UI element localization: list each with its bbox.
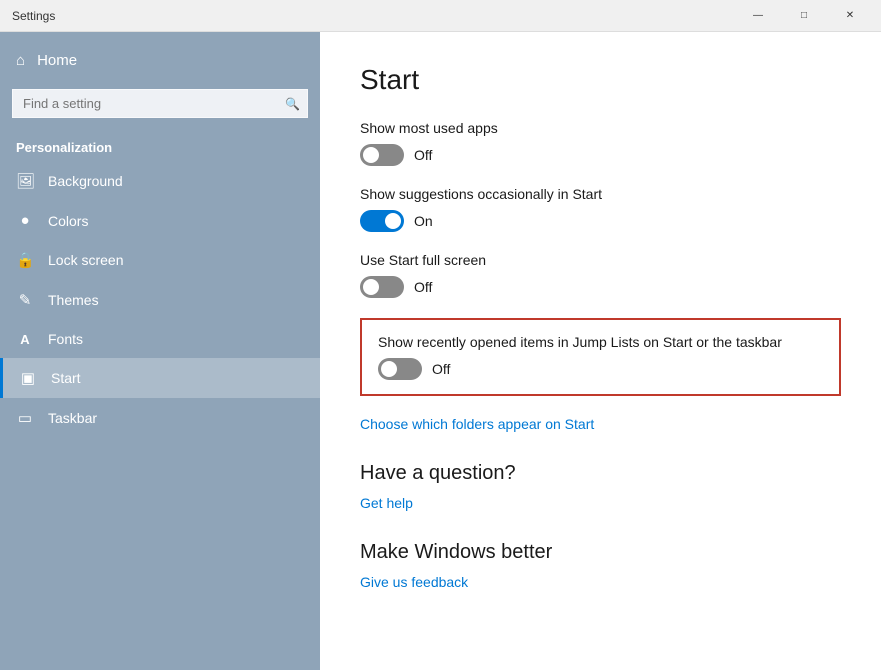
toggle-knob <box>385 213 401 229</box>
page-title: Start <box>360 64 841 96</box>
lock-icon: 🔒 <box>16 251 34 269</box>
sidebar-item-taskbar-label: Taskbar <box>48 410 97 426</box>
sidebar-section-label: Personalization <box>0 126 320 161</box>
themes-icon: ✎ <box>16 291 34 309</box>
sidebar-item-taskbar[interactable]: ▭ Taskbar <box>0 398 320 438</box>
recently-opened-toggle-row: Off <box>378 358 823 380</box>
app-title: Settings <box>12 9 55 23</box>
taskbar-icon: ▭ <box>16 409 34 427</box>
most-used-apps-label: Show most used apps <box>360 120 841 136</box>
sidebar-item-home[interactable]: ⌂ Home <box>0 40 320 81</box>
sidebar-item-lock-screen-label: Lock screen <box>48 252 123 268</box>
home-icon: ⌂ <box>16 52 25 69</box>
most-used-apps-toggle[interactable] <box>360 144 404 166</box>
start-icon: ▣ <box>19 369 37 387</box>
toggle-knob <box>381 361 397 377</box>
sidebar-item-themes[interactable]: ✎ Themes <box>0 280 320 320</box>
sidebar-item-start-label: Start <box>51 370 81 386</box>
setting-most-used-apps: Show most used apps Off <box>360 120 841 166</box>
setting-recently-opened: Show recently opened items in Jump Lists… <box>360 318 841 396</box>
sidebar-item-background[interactable]: 🖼 Background <box>0 161 320 201</box>
toggle-knob <box>363 279 379 295</box>
full-screen-toggle-row: Off <box>360 276 841 298</box>
colors-icon: ● <box>16 212 34 229</box>
suggestions-toggle-row: On <box>360 210 841 232</box>
sidebar-item-lock-screen[interactable]: 🔒 Lock screen <box>0 240 320 280</box>
sidebar-item-background-label: Background <box>48 173 123 189</box>
recently-opened-toggle[interactable] <box>378 358 422 380</box>
sidebar-item-fonts[interactable]: A Fonts <box>0 320 320 358</box>
maximize-button[interactable]: □ <box>781 0 827 32</box>
have-question-heading: Have a question? <box>360 462 841 485</box>
sidebar-item-colors-label: Colors <box>48 213 88 229</box>
app-container: ⌂ Home 🔍 Personalization 🖼 Background ● … <box>0 32 881 670</box>
full-screen-toggle-text: Off <box>414 279 432 295</box>
home-label: Home <box>37 52 77 69</box>
main-content: Start Show most used apps Off Show sugge… <box>320 32 881 670</box>
feedback-link[interactable]: Give us feedback <box>360 574 468 590</box>
recently-opened-label: Show recently opened items in Jump Lists… <box>378 334 823 350</box>
sidebar-item-start[interactable]: ▣ Start <box>0 358 320 398</box>
suggestions-toggle[interactable] <box>360 210 404 232</box>
suggestions-toggle-text: On <box>414 213 433 229</box>
close-button[interactable]: ✕ <box>827 0 873 32</box>
get-help-link[interactable]: Get help <box>360 495 413 511</box>
sidebar-item-fonts-label: Fonts <box>48 331 83 347</box>
most-used-apps-toggle-row: Off <box>360 144 841 166</box>
setting-suggestions: Show suggestions occasionally in Start O… <box>360 186 841 232</box>
full-screen-label: Use Start full screen <box>360 252 841 268</box>
search-container: 🔍 <box>12 89 308 118</box>
make-better-heading: Make Windows better <box>360 541 841 564</box>
search-icon: 🔍 <box>285 97 300 111</box>
fonts-icon: A <box>16 332 34 347</box>
most-used-apps-toggle-text: Off <box>414 147 432 163</box>
titlebar: Settings — □ ✕ <box>0 0 881 32</box>
sidebar-item-themes-label: Themes <box>48 292 99 308</box>
full-screen-toggle[interactable] <box>360 276 404 298</box>
setting-full-screen: Use Start full screen Off <box>360 252 841 298</box>
sidebar-item-colors[interactable]: ● Colors <box>0 201 320 240</box>
recently-opened-toggle-text: Off <box>432 361 450 377</box>
suggestions-label: Show suggestions occasionally in Start <box>360 186 841 202</box>
choose-folders-link[interactable]: Choose which folders appear on Start <box>360 416 594 432</box>
window-controls: — □ ✕ <box>735 0 873 32</box>
background-icon: 🖼 <box>16 172 34 190</box>
toggle-knob <box>363 147 379 163</box>
search-input[interactable] <box>12 89 308 118</box>
sidebar: ⌂ Home 🔍 Personalization 🖼 Background ● … <box>0 32 320 670</box>
minimize-button[interactable]: — <box>735 0 781 32</box>
